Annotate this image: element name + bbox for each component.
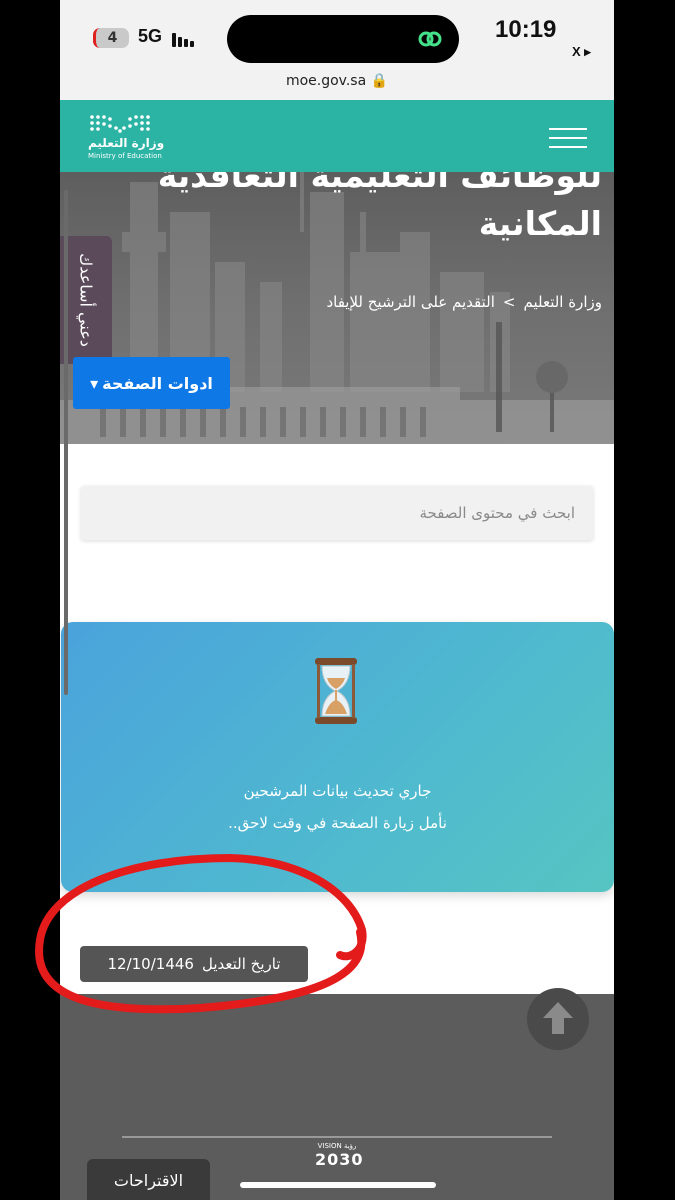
link-icon xyxy=(418,31,442,47)
logo-english-text: Ministry of Education xyxy=(88,152,162,160)
page-tools-label: ادوات الصفحة xyxy=(102,373,213,393)
notice-message-line2: نأمل زيارة الصفحة في وقت لاحق.. xyxy=(228,814,447,832)
suggestions-button[interactable]: الاقتراحات xyxy=(87,1159,210,1200)
site-footer: VISION رؤية 2030 الاقتراحات xyxy=(60,988,614,1200)
ministry-logo-icon[interactable] xyxy=(88,113,152,135)
page-title-line1: للوظائف التعليمية التعاقدية xyxy=(157,172,602,195)
modified-date-value: 12/10/1446 xyxy=(107,955,194,973)
page-search-box xyxy=(81,486,593,540)
help-tab-label: دعني أساعدك xyxy=(76,253,96,347)
hamburger-menu-icon[interactable] xyxy=(549,128,587,148)
clock: 10:19 xyxy=(495,16,557,43)
page-tools-button[interactable]: ادوات الصفحة ▾ xyxy=(73,357,230,409)
status-bar: 4 5G 10:19 X ▸ moe.gov.sa 🔒 xyxy=(60,0,614,100)
address-bar[interactable]: moe.gov.sa 🔒 xyxy=(60,73,614,89)
vision-year: 2030 xyxy=(315,1150,364,1169)
breadcrumb-home-link[interactable]: وزارة التعليم xyxy=(523,293,602,311)
dynamic-island xyxy=(227,15,459,63)
breadcrumb-separator: > xyxy=(502,293,516,311)
search-input[interactable] xyxy=(81,486,593,540)
signal-icon xyxy=(172,31,202,47)
network-type: 5G xyxy=(138,26,163,46)
site-header: وزارة التعليم Ministry of Education xyxy=(60,100,614,172)
notice-card: جاري تحديث بيانات المرشحين نأمل زيارة ال… xyxy=(61,622,614,892)
home-indicator xyxy=(240,1182,436,1188)
modified-date-label: تاريخ التعديل xyxy=(201,955,281,973)
back-to-top-button[interactable] xyxy=(527,988,589,1050)
footer-divider xyxy=(122,1136,552,1138)
hourglass-icon xyxy=(315,658,357,724)
main-content: جاري تحديث بيانات المرشحين نأمل زيارة ال… xyxy=(60,444,614,994)
battery-indicator: 4 xyxy=(93,28,129,48)
notice-message-line1: جاري تحديث بيانات المرشحين xyxy=(243,782,432,800)
modified-date-badge: تاريخ التعديل 12/10/1446 xyxy=(80,946,308,982)
vision-label: VISION رؤية xyxy=(317,1142,357,1150)
breadcrumb-current: التقديم على الترشيح للإيفاد xyxy=(326,293,495,311)
back-to-app-button[interactable]: X ▸ xyxy=(572,44,591,60)
vision-2030-logo: VISION رؤية 2030 xyxy=(315,1142,364,1178)
logo-arabic-text: وزارة التعليم xyxy=(88,136,165,150)
scrollbar[interactable] xyxy=(64,190,68,695)
caret-down-icon: ▾ xyxy=(90,373,99,393)
phone-screen: 4 5G 10:19 X ▸ moe.gov.sa 🔒 وزارة التعلي… xyxy=(60,0,614,1200)
page-title-line2: المكانية xyxy=(478,204,602,243)
arrow-up-icon xyxy=(543,1002,573,1034)
breadcrumb: وزارة التعليم > التقديم على الترشيح للإيفا… xyxy=(326,293,602,311)
